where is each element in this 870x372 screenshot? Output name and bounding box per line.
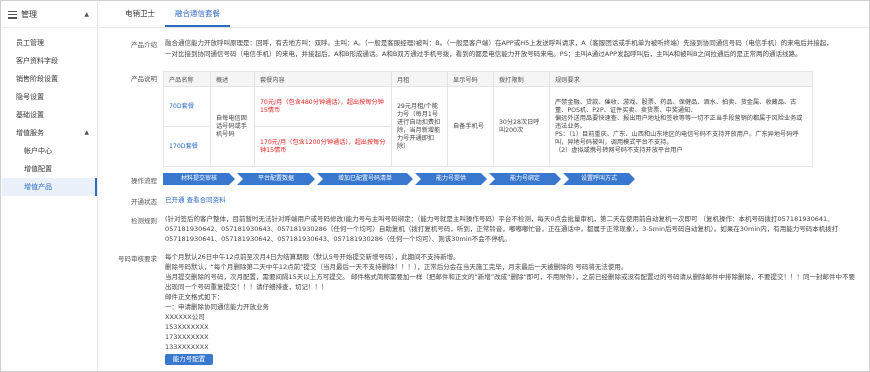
package-content: 70元/月（包含480分钟通话），超出按每分钟15情币 xyxy=(254,86,392,127)
package-link[interactable]: 70D套餐 xyxy=(169,103,194,110)
col-header-content: 套餐内容 xyxy=(254,71,392,87)
col-header-rules: 规则要求 xyxy=(549,71,813,87)
sidebar-item-account-center[interactable]: 帐户中心 xyxy=(2,142,97,160)
sidebar-item-value-products[interactable]: 增值产品 xyxy=(2,178,97,196)
col-header-display: 显示号码 xyxy=(447,71,494,87)
check-rules-line1: (针对签后的客户整体，目前暂时无法针对呼端用户或号码修改)能力号与主叫号码绑定：… xyxy=(165,215,834,223)
col-header-limit: 拨打限制 xyxy=(493,71,550,87)
review-line: 173XXXXXXX xyxy=(165,333,209,341)
limit-cell: 30分28次日呼叫200次 xyxy=(493,86,550,167)
overview-cell: 自每电信固话号码或手机号码 xyxy=(210,86,255,167)
rules-cell: 严禁金融、贷款、催收、游戏、股票、药品、保健品、酒水、拍卖、货金属、收藏品、古董… xyxy=(549,86,813,167)
check-rules-line3: 057181930641、057181930642、057181930643、0… xyxy=(165,235,511,243)
check-rules-label: 检测规则 xyxy=(131,217,157,225)
sidebar-group-label: 增值服务 xyxy=(16,129,44,137)
sidebar-item-hidden-number[interactable]: 隐号设置 xyxy=(2,88,97,106)
chevron-up-icon: ▲ xyxy=(84,11,89,18)
flow-step-5: 能力号绑定 xyxy=(489,173,561,185)
product-intro-label: 产品介绍 xyxy=(131,41,157,49)
review-line: 邮件正文格式如下： xyxy=(165,293,224,301)
review-line: 出现同一个号码重复提交！！！请仔细排查，切记！！！ xyxy=(165,283,328,291)
col-header-name: 产品名称 xyxy=(163,71,211,87)
check-rules-line2: 057181930642、057181930643、057181930286（任… xyxy=(165,225,839,233)
sidebar-item-customer-fields[interactable]: 客户资料字段 xyxy=(2,52,97,70)
tab-sales-guard[interactable]: 电销卫士 xyxy=(115,5,165,27)
review-label: 号码审核要求 xyxy=(118,255,157,263)
product-desc-label: 产品说明 xyxy=(131,75,157,83)
status-badge: 已开通 xyxy=(165,196,185,204)
sidebar-title: 管理 xyxy=(21,10,37,19)
chevron-up-icon: ▲ xyxy=(84,129,89,136)
display-cell: 自备手机号 xyxy=(447,86,494,167)
review-line: 一：申请删除协同通信能力开放业务 xyxy=(165,303,269,311)
sidebar: 管理 ▲ 员工管理 客户资料字段 销售阶段设置 隐号设置 基础设置 增值服务 ▲… xyxy=(2,2,98,371)
col-header-overview: 概述 xyxy=(210,71,255,87)
main-content: 产品介绍 融合通信能力开放呼叫原理是：回呼，有去地方叫：双呼。主叫：A。（一般是… xyxy=(99,29,869,371)
status-label: 开通状态 xyxy=(131,198,157,206)
flow-step-6: 设置呼叫方式 xyxy=(563,173,635,185)
review-line: XXXXXX公司 xyxy=(165,313,205,321)
sidebar-header[interactable]: 管理 ▲ xyxy=(2,2,97,28)
sidebar-item-basic-settings[interactable]: 基础设置 xyxy=(2,106,97,124)
menu-icon xyxy=(8,10,17,19)
product-table: 产品名称 概述 套餐内容 月租 显示号码 拨打限制 规则要求 70D套餐 自每电… xyxy=(163,71,813,167)
review-line: 删除号码默认，“每个月删除第二天中午12点前”提交（当月最后一天不支持删除！！！… xyxy=(165,263,628,271)
process-flow: 材料提交审核 平台配置数据 增加已配置号码清单 能力号提供 能力号绑定 设置呼叫… xyxy=(163,173,637,185)
product-intro-line1: 融合通信能力开放呼叫原理是：回呼，有去地方叫：双呼。主叫：A。（一般是客服经理)… xyxy=(165,39,833,47)
review-line: 133XXXXXXX xyxy=(165,343,209,351)
flow-step-2: 平台配置数据 xyxy=(237,173,315,185)
package-name[interactable]: 170D套餐 xyxy=(163,126,211,167)
col-header-monthly: 月租 xyxy=(391,71,448,87)
review-line: 153XXXXXXX xyxy=(165,323,209,331)
sidebar-item-sales-stage[interactable]: 销售阶段设置 xyxy=(2,70,97,88)
review-line: 每个月默认26日中午12点前至次月4日为结算期限（默认5号开始提交新增号码），此… xyxy=(165,253,460,261)
status-value: 已开通 查看合同资料 xyxy=(165,196,226,205)
sidebar-item-staff[interactable]: 员工管理 xyxy=(2,34,97,52)
flow-step-3: 增加已配置号码清单 xyxy=(317,173,413,185)
flow-step-4: 能力号提供 xyxy=(415,173,487,185)
review-line: 当月提交删除的号码，次月配置，需要间隔15天以上方可提交。 邮件格式简称需要加一… xyxy=(165,273,856,281)
product-intro-line2: 一对比接到协同通信号码（电信手机）的来电，并接起后，A和B形成通话。A和B双方通… xyxy=(165,50,802,58)
package-content: 170元/月（包含1200分钟通话），超出按每分钟15情币 xyxy=(254,126,392,167)
table-row: 70D套餐 自每电信固话号码或手机号码 70元/月（包含480分钟通话），超出按… xyxy=(163,86,813,167)
capability-config-button[interactable]: 能力号配置 xyxy=(165,354,213,365)
monthly-cell: 29元月租/个能力号（每月1号进行自动扣费扣除，当月新增能力号开通即扣除） xyxy=(391,86,448,167)
sidebar-group-value-added[interactable]: 增值服务 ▲ xyxy=(2,124,97,142)
sidebar-item-value-config[interactable]: 增值配置 xyxy=(2,160,97,178)
flow-label: 操作流程 xyxy=(131,177,157,185)
app-window: 管理 ▲ 员工管理 客户资料字段 销售阶段设置 隐号设置 基础设置 增值服务 ▲… xyxy=(0,0,870,372)
view-contract-link[interactable]: 查看合同资料 xyxy=(187,196,226,204)
tab-bar: 电销卫士 融合通信套餐 xyxy=(99,2,869,28)
package-link[interactable]: 170D套餐 xyxy=(169,143,198,150)
flow-step-1: 材料提交审核 xyxy=(163,173,235,185)
tab-fusion-package[interactable]: 融合通信套餐 xyxy=(165,5,230,27)
package-name[interactable]: 70D套餐 xyxy=(163,86,211,127)
